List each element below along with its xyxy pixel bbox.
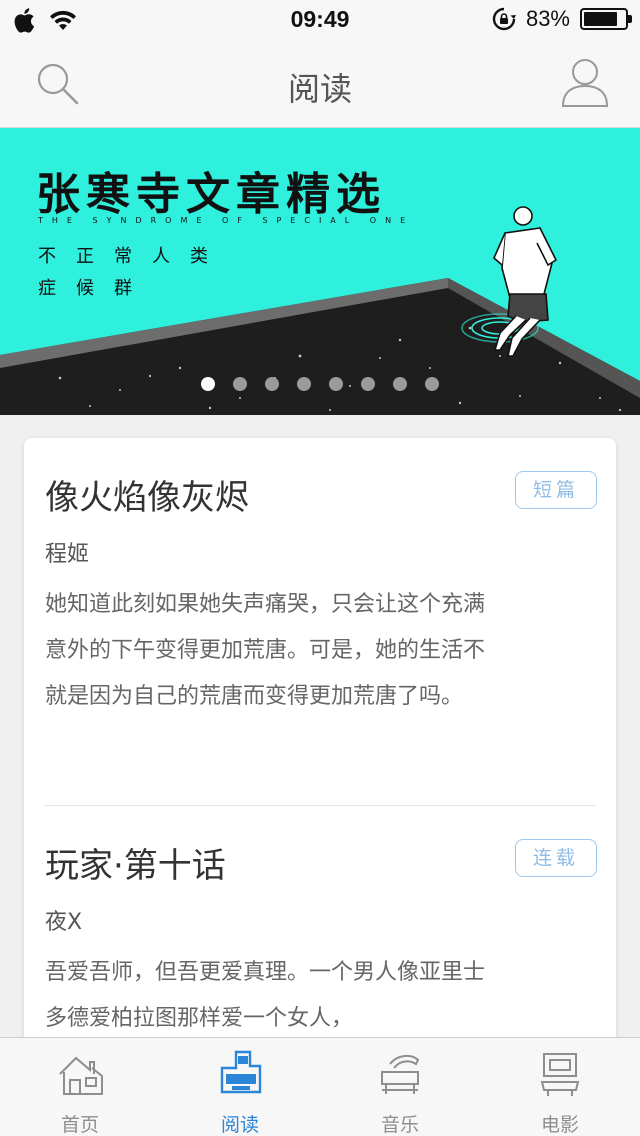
banner-subtitle-line1: 不正常人类 (38, 246, 228, 267)
carousel-dot[interactable] (361, 377, 375, 391)
banner-title: 张寒寺文章精选 (36, 169, 386, 220)
rotation-lock-icon (492, 7, 516, 31)
article-title[interactable]: 玩家·第十话 (45, 838, 226, 887)
battery-level (584, 12, 618, 26)
user-icon[interactable] (560, 54, 610, 110)
article-title[interactable]: 像火焰像灰烬 (45, 470, 249, 519)
tab-movie[interactable]: 电影 (480, 1038, 640, 1136)
article-divider (44, 805, 596, 806)
home-icon (59, 1056, 103, 1095)
article-card: 像火焰像灰烬 短篇 程姬 她知道此刻如果她失声痛哭，只会让这个充满意外的下午变得… (24, 438, 616, 1058)
nav-bar: 阅读 (0, 40, 640, 128)
tab-home[interactable]: 首页 (0, 1038, 160, 1136)
article-author: 程姬 (45, 542, 90, 567)
carousel-dot[interactable] (393, 377, 407, 391)
tab-label: 电影 (540, 1114, 579, 1136)
banner-subtitle-en: THE SYNDROME OF SPECIAL ONE (38, 216, 415, 225)
carousel-dot[interactable] (329, 377, 343, 391)
battery-icon (580, 8, 632, 30)
page-title: 阅读 (287, 70, 352, 108)
tab-label: 阅读 (220, 1114, 259, 1136)
article-excerpt: 吾爱吾师，但吾更爱真理。一个男人像亚里士多德爱柏拉图那样爱一个女人， (45, 960, 486, 1031)
tab-music[interactable]: 音乐 (320, 1038, 480, 1136)
tab-label: 首页 (60, 1114, 99, 1136)
tab-reading[interactable]: 阅读 (160, 1038, 320, 1136)
status-right: 83% (492, 6, 632, 32)
banner-subtitle-line2: 症候群 (38, 278, 152, 299)
tab-label: 音乐 (380, 1114, 419, 1136)
carousel-dot[interactable] (233, 377, 247, 391)
article-excerpt: 她知道此刻如果她失声痛哭，只会让这个充满意外的下午变得更加荒唐。可是，她的生活不… (45, 592, 486, 709)
music-icon (381, 1054, 420, 1094)
article-item[interactable]: 玩家·第十话 连载 夜X 吾爱吾师，但吾更爱真理。一个男人像亚里士多德爱柏拉图那… (45, 838, 597, 1058)
battery-percent: 83% (525, 6, 570, 31)
carousel-dot[interactable] (425, 377, 439, 391)
article-item[interactable]: 像火焰像灰烬 短篇 程姬 她知道此刻如果她失声痛哭，只会让这个充满意外的下午变得… (45, 470, 597, 800)
carousel-page-indicator[interactable] (0, 377, 640, 391)
carousel-dot[interactable] (297, 377, 311, 391)
tab-bar: 首页 阅读 音乐 电影 (0, 1037, 640, 1136)
status-bar: 09:49 83% (0, 0, 640, 40)
movie-icon (540, 1053, 580, 1096)
banner-carousel[interactable]: 张寒寺文章精选 THE SYNDROME OF SPECIAL ONE 不正常人… (0, 128, 640, 415)
article-author: 夜X (45, 910, 83, 935)
article-tag: 短篇 (515, 471, 597, 509)
reading-icon (220, 1050, 262, 1094)
article-tag: 连载 (515, 839, 597, 877)
carousel-dot[interactable] (265, 377, 279, 391)
carousel-dot[interactable] (201, 377, 215, 391)
